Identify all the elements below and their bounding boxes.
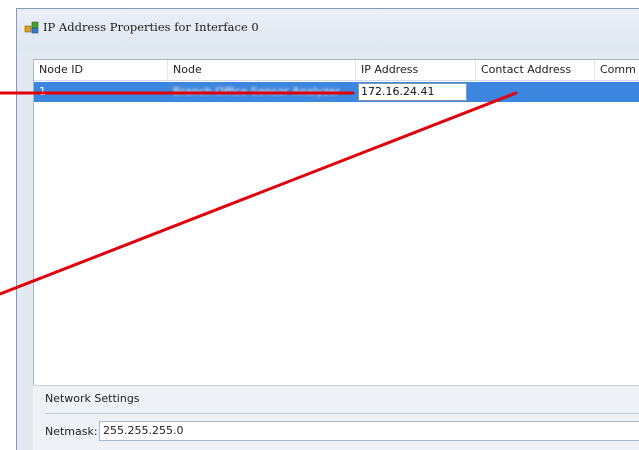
- window-title: IP Address Properties for Interface 0: [43, 20, 259, 34]
- title-bar: IP Address Properties for Interface 0: [17, 9, 639, 51]
- cell-node-name: Branch Office Sensor Analyzer: [173, 85, 340, 98]
- ip-address-properties-dialog: IP Address Properties for Interface 0 No…: [16, 8, 639, 450]
- netmask-input[interactable]: 255.255.255.0: [99, 421, 639, 441]
- screenshot-stage: IP Address Properties for Interface 0 No…: [0, 0, 639, 450]
- network-settings-title: Network Settings: [45, 392, 140, 405]
- network-settings-group: Network Settings Netmask: 255.255.255.0: [33, 385, 639, 450]
- table-row[interactable]: 1 Branch Office Sensor Analyzer 172.16.2…: [34, 82, 639, 102]
- cell-contact-address[interactable]: [476, 82, 595, 102]
- interfaces-table[interactable]: Node ID Node IP Address Contact Address …: [33, 59, 639, 386]
- ip-address-edit-field[interactable]: 172.16.24.41: [358, 83, 467, 101]
- column-header-contact-address[interactable]: Contact Address: [476, 60, 595, 80]
- column-header-ip-address[interactable]: IP Address: [356, 60, 476, 80]
- column-header-node-id[interactable]: Node ID: [34, 60, 168, 80]
- group-divider: [45, 413, 639, 414]
- network-app-icon: [24, 19, 40, 34]
- column-header-node[interactable]: Node: [168, 60, 356, 80]
- cell-node-id: 1: [39, 85, 46, 98]
- table-header: Node ID Node IP Address Contact Address …: [34, 60, 639, 81]
- column-header-comment[interactable]: Comm: [595, 60, 639, 80]
- cell-comment[interactable]: [595, 82, 639, 102]
- netmask-label: Netmask:: [45, 425, 98, 438]
